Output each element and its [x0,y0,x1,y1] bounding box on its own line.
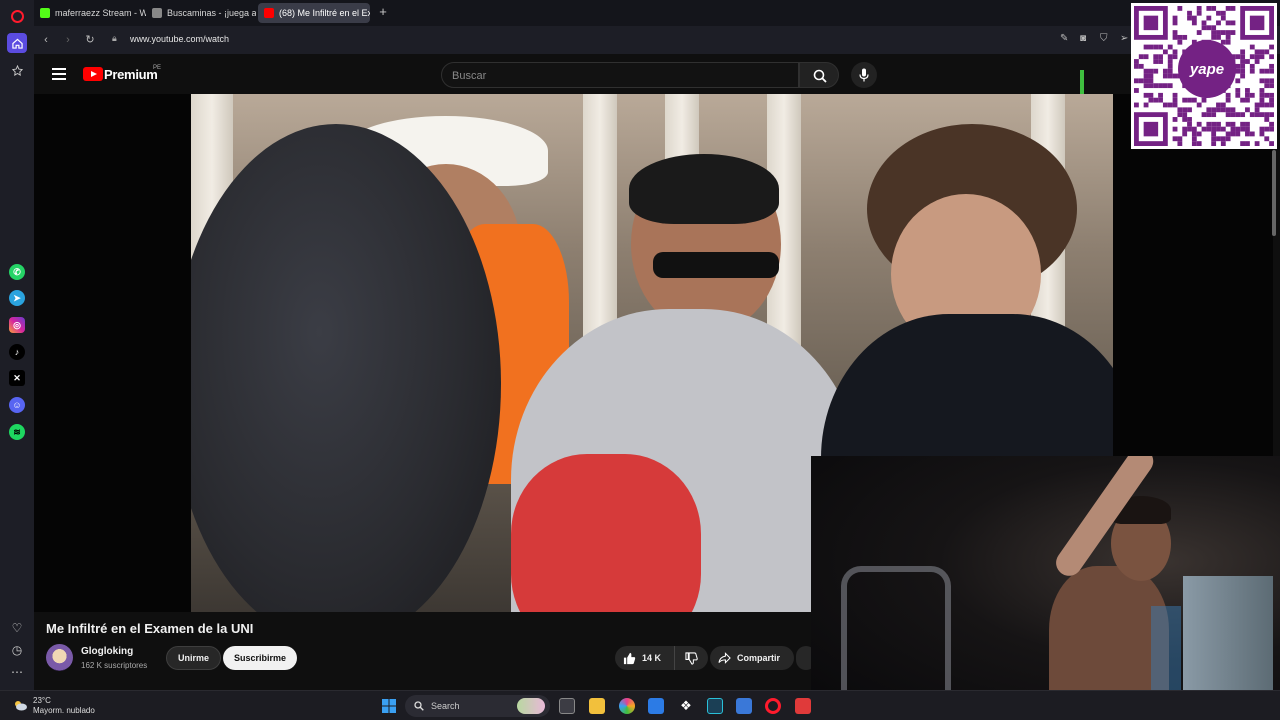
channel-avatar[interactable] [46,644,73,671]
taskbar-search-label: Search [431,701,460,711]
windows-start-icon[interactable] [381,698,397,714]
history-icon[interactable]: ◷ [7,640,27,660]
tab-label: maferraezz Stream - Watc [55,8,146,18]
webcam-overlay [811,456,1280,720]
address-bar: ‹ › ↻ 🔒︎ www.youtube.com/watch ✎ ◙ ⛉ ➢ [34,26,1280,54]
url-field[interactable]: www.youtube.com/watch [130,34,229,44]
taskbar-search[interactable]: Search [405,695,550,717]
lock-icon: 🔒︎ [112,33,117,43]
microsoft-store-icon[interactable] [648,698,664,714]
weather-description[interactable]: Mayorm. nublado [33,706,95,715]
cloudy-icon[interactable] [12,699,28,711]
blue-object [1151,606,1181,696]
discord-icon[interactable]: ☺ [7,395,27,415]
network-app-icon[interactable] [736,698,752,714]
dislike-button[interactable] [675,646,708,670]
youtube-favicon-icon [264,8,274,18]
instagram-icon[interactable]: ◎ [7,315,27,335]
country-code: PE [153,65,162,71]
tab-buscaminas[interactable]: Buscaminas - ¡juega ahora [146,3,256,23]
app-icon[interactable] [707,698,723,714]
opera-taskbar-icon[interactable] [765,698,781,714]
x-icon[interactable]: ✕ [7,368,27,388]
edit-icon[interactable]: ✎ [1060,33,1068,44]
new-tab-button[interactable]: + [376,5,390,19]
home-icon[interactable] [7,33,27,53]
tiktok-icon[interactable]: ♪ [7,342,27,362]
search-highlight-icon [517,698,545,714]
weather-temperature[interactable]: 23°C [33,696,51,705]
person-hair [629,154,779,224]
page-scrollbar[interactable] [1272,150,1276,236]
red-shirt [511,454,701,612]
share-icon [718,652,731,664]
channel-name[interactable]: Glogloking [81,646,133,657]
tab-strip: maferraezz Stream - Watc Buscaminas - ¡j… [34,0,1280,26]
search-button[interactable] [799,62,839,88]
like-button[interactable]: 14 K [615,646,675,670]
microphone-icon [859,68,869,82]
search-box [441,62,799,88]
tab-label: (68) Me Infiltré en el Exam [279,8,370,18]
task-view-icon[interactable] [559,698,575,714]
whatsapp-icon[interactable]: ✆ [7,262,27,282]
tab-stream[interactable]: maferraezz Stream - Watc [34,3,146,23]
thumbs-up-icon [623,652,636,664]
qr-code: yape [1131,3,1277,149]
reload-icon[interactable]: ↻ [82,32,98,48]
subscribe-button[interactable]: Suscribirme [223,646,298,670]
spotify-icon[interactable]: ≋ [7,422,27,442]
wps-office-icon[interactable] [795,698,811,714]
opera-logo-icon[interactable] [7,6,27,26]
join-button[interactable]: Unirme [166,646,222,670]
back-icon[interactable]: ‹ [38,32,54,48]
youtube-brand[interactable]: Premium [104,67,158,82]
tab-label: Buscaminas - ¡juega ahora [167,8,256,18]
yape-logo-text: yape [1189,60,1225,78]
yape-badge: yape [1178,40,1236,98]
kick-icon [40,8,50,18]
sunglasses [653,252,779,278]
bookmarks-icon[interactable] [7,60,27,80]
dropbox-icon[interactable]: ❖ [678,698,694,714]
share-label: Compartir [737,653,781,663]
send-icon[interactable]: ➢ [1120,33,1128,44]
search-icon [813,69,827,83]
voice-search-button[interactable] [851,62,877,88]
forward-icon[interactable]: › [60,32,76,48]
shield-icon[interactable]: ⛉ [1100,33,1108,44]
subscriber-count: 162 K suscriptores [81,661,148,670]
like-dislike-group: 14 K [615,646,708,670]
youtube-header: Premium PE [34,54,1130,130]
tab-youtube[interactable]: (68) Me Infiltré en el Exam [258,3,370,23]
heart-icon[interactable]: ♡ [7,618,27,638]
search-input[interactable] [452,68,782,84]
thumbs-down-icon [685,651,698,665]
like-count: 14 K [642,653,662,663]
youtube-logo-icon[interactable] [83,67,103,81]
copilot-icon[interactable] [619,698,635,714]
camera-icon[interactable]: ◙ [1080,33,1086,44]
opera-sidebar: ✆ ➤ ◎ ♪ ✕ ☺ ≋ ♡ ◷ ⋯ [0,0,34,690]
more-icon[interactable]: ⋯ [7,662,27,682]
file-explorer-icon[interactable] [589,698,605,714]
share-button[interactable]: Compartir [710,646,794,670]
windows-taskbar: 23°C Mayorm. nublado Search ❖ [0,690,1280,720]
search-icon [414,701,424,711]
screen: ✆ ➤ ◎ ♪ ✕ ☺ ≋ ♡ ◷ ⋯ maferraezz Stream - … [0,0,1280,720]
menu-icon[interactable] [52,68,66,80]
video-title: Me Infiltré en el Examen de la UNI [46,621,254,636]
telegram-icon[interactable]: ➤ [7,288,27,308]
minesweeper-icon [152,8,162,18]
